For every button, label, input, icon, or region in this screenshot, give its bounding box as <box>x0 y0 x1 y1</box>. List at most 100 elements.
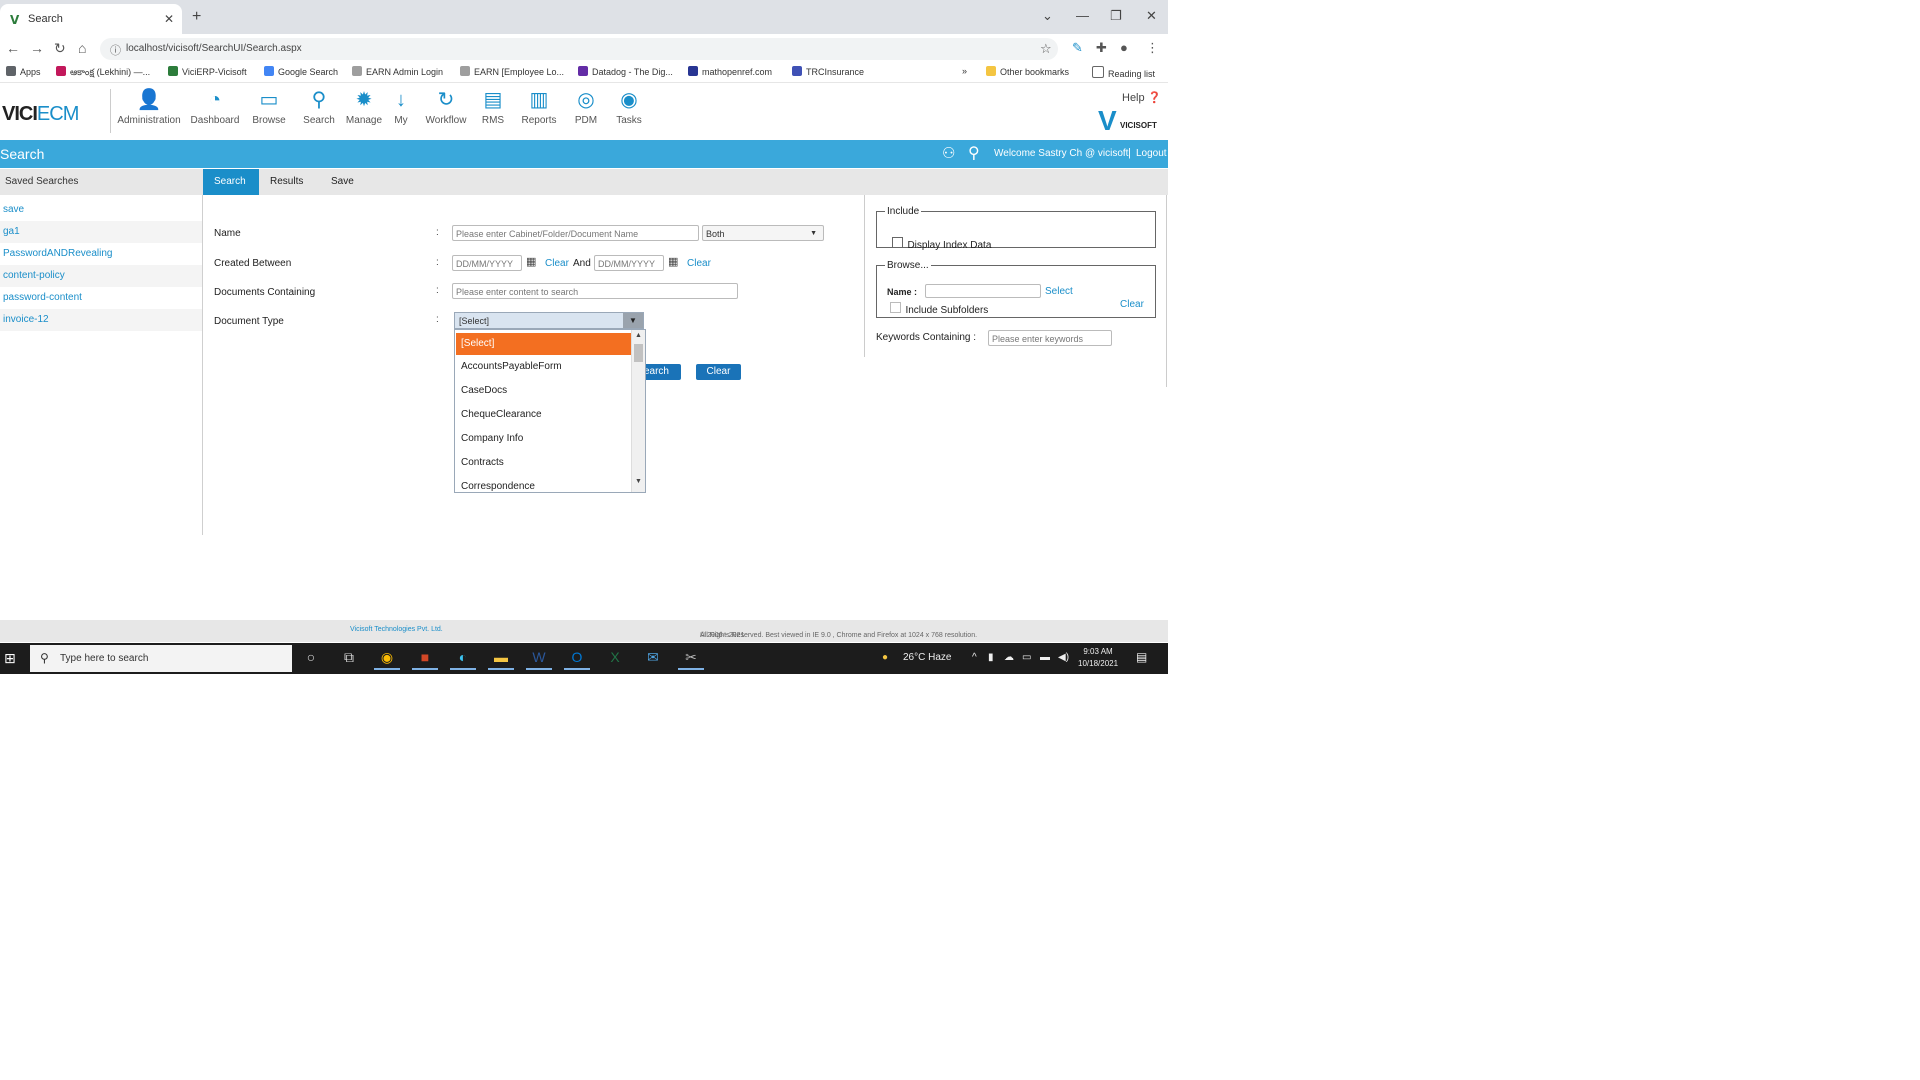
display-index-data-option[interactable]: Display Index Data <box>892 235 991 253</box>
bookmark-earn-admin[interactable]: EARN Admin Login <box>352 66 443 77</box>
bookmark-google[interactable]: Google Search <box>264 66 338 77</box>
scroll-down-icon[interactable]: ▼ <box>635 478 642 485</box>
excel-icon[interactable]: X <box>602 649 628 665</box>
help-link[interactable]: Help ❓ <box>1122 91 1161 104</box>
bookmark-datadog[interactable]: Datadog - The Dig... <box>578 66 673 77</box>
home-icon[interactable]: ⌂ <box>78 40 86 56</box>
saved-search-item[interactable]: PasswordANDRevealing <box>0 243 202 265</box>
saved-search-item[interactable]: password-content <box>0 287 202 309</box>
forward-icon[interactable]: → <box>30 40 44 56</box>
org-structure-icon[interactable]: ⚇ <box>942 144 955 162</box>
include-subfolders-option[interactable]: Include Subfolders <box>890 300 988 318</box>
notifications-icon[interactable]: ▤ <box>1136 650 1147 664</box>
logout-link[interactable]: Logout <box>1136 148 1167 159</box>
created-to-date-input[interactable]: DD/MM/YYYY <box>594 255 664 271</box>
chrome-icon[interactable]: ◉ <box>374 646 400 670</box>
saved-search-item[interactable]: content-policy <box>0 265 202 287</box>
dropdown-option[interactable]: ChequeClearance <box>456 404 632 426</box>
usb-icon[interactable]: ▮ <box>988 652 994 663</box>
display-index-data-checkbox[interactable] <box>892 237 903 248</box>
scroll-up-icon[interactable]: ▲ <box>635 332 642 339</box>
windows-start-icon[interactable]: ⊞ <box>4 650 16 667</box>
powerpoint-icon[interactable]: ■ <box>412 646 438 670</box>
bookmark-mathopenref[interactable]: mathopenref.com <box>688 66 772 77</box>
bookmark-apps[interactable]: Apps <box>6 66 41 77</box>
tab-save[interactable]: Save <box>313 169 363 195</box>
browse-clear-link[interactable]: Clear <box>1120 299 1144 310</box>
saved-search-item[interactable]: ga1 <box>0 221 202 243</box>
address-bar[interactable]: ⓘ localhost/vicisoft/SearchUI/Search.asp… <box>100 38 1058 60</box>
bookmark-vicierp[interactable]: ViciERP-Vicisoft <box>168 66 247 77</box>
dropdown-option[interactable]: Contracts <box>456 452 632 474</box>
mail-icon[interactable]: ✉ <box>640 649 666 666</box>
browse-select-link[interactable]: Select <box>1045 286 1073 297</box>
tab-results[interactable]: Results <box>259 169 313 195</box>
back-icon[interactable]: ← <box>6 40 20 56</box>
created-from-date-input[interactable]: DD/MM/YYYY <box>452 255 522 271</box>
calendar-icon[interactable]: ▦ <box>668 255 678 268</box>
company-link[interactable]: Vicisoft Technologies Pvt. Ltd. <box>350 626 443 633</box>
new-tab-icon[interactable]: + <box>192 8 201 26</box>
file-explorer-icon[interactable]: ▬ <box>488 646 514 670</box>
task-view-icon[interactable]: ⧉ <box>336 649 362 666</box>
tab-search-icon[interactable]: ⌄ <box>1042 8 1053 24</box>
tab-search[interactable]: Search <box>203 169 259 195</box>
extensions-puzzle-icon[interactable]: ✚ <box>1096 40 1107 56</box>
browse-name-input[interactable] <box>925 284 1041 298</box>
clock-date: 10/18/2021 <box>1078 659 1119 668</box>
dropdown-option[interactable]: CaseDocs <box>456 380 632 402</box>
global-search-icon[interactable]: ⚲ <box>968 143 980 163</box>
bookmarks-overflow-icon[interactable]: » <box>962 66 967 76</box>
calendar-icon[interactable]: ▦ <box>526 255 536 268</box>
outlook-icon[interactable]: O <box>564 646 590 670</box>
bookmark-trc[interactable]: TRCInsurance <box>792 66 864 77</box>
clear-to-date-link[interactable]: Clear <box>687 258 711 269</box>
minimize-icon[interactable]: — <box>1076 8 1089 23</box>
colon: : <box>436 257 439 268</box>
power-icon[interactable]: ▬ <box>1040 652 1050 663</box>
bookmark-other[interactable]: Other bookmarks <box>986 66 1069 77</box>
clear-button[interactable]: Clear <box>696 364 741 380</box>
dropdown-option[interactable]: AccountsPayableForm <box>456 356 632 378</box>
dropdown-option[interactable]: Company Info <box>456 428 632 450</box>
keywords-input[interactable]: Please enter keywords <box>988 330 1112 346</box>
show-hidden-icons[interactable]: ^ <box>972 652 977 663</box>
close-tab-icon[interactable]: ✕ <box>164 12 174 26</box>
restore-icon[interactable]: ❐ <box>1110 8 1122 24</box>
profile-avatar-icon[interactable]: ● <box>1120 40 1128 55</box>
close-window-icon[interactable]: ✕ <box>1146 8 1157 24</box>
reading-list[interactable]: Reading list <box>1092 66 1155 79</box>
network-icon[interactable]: ▭ <box>1022 652 1031 663</box>
cortana-icon[interactable]: ○ <box>298 649 324 665</box>
documents-containing-input[interactable]: Please enter content to search <box>452 283 738 299</box>
snipping-tool-icon[interactable]: ✂ <box>678 646 704 670</box>
dropdown-option[interactable]: Correspondence <box>456 476 632 492</box>
weather-text[interactable]: 26°C Haze <box>903 652 951 663</box>
word-icon[interactable]: W <box>526 646 552 670</box>
document-type-select[interactable]: [Select] ▼ <box>454 312 644 329</box>
name-scope-select[interactable]: Both ▼ <box>702 225 824 241</box>
edge-icon[interactable]: ◐ <box>450 646 476 670</box>
name-input[interactable]: Please enter Cabinet/Folder/Document Nam… <box>452 225 699 241</box>
taskbar-search-box[interactable]: ⚲ Type here to search <box>30 645 292 672</box>
saved-search-item[interactable]: invoice-12 <box>0 309 202 331</box>
volume-icon[interactable]: ◀) <box>1058 652 1069 663</box>
clear-from-date-link[interactable]: Clear <box>545 258 569 269</box>
onedrive-icon[interactable]: ☁ <box>1004 652 1014 663</box>
bookmark-earn-employee[interactable]: EARN [Employee Lo... <box>460 66 564 77</box>
reload-icon[interactable]: ↻ <box>54 40 66 57</box>
browser-menu-icon[interactable]: ⋮ <box>1146 40 1159 56</box>
extension-icon[interactable]: ✎ <box>1072 40 1083 56</box>
bookmark-star-icon[interactable]: ☆ <box>1040 41 1052 57</box>
dropdown-scrollbar[interactable]: ▲ ▼ <box>631 330 645 492</box>
saved-search-item[interactable]: save <box>0 199 202 221</box>
browser-tab[interactable]: ᐯ Search ✕ <box>0 4 182 34</box>
bookmark-lekhini[interactable]: ఆకాంక్ష (Lekhini) —... <box>56 66 150 80</box>
nav-tasks[interactable]: ◉ Tasks <box>596 87 662 126</box>
scroll-thumb[interactable] <box>634 344 643 362</box>
nav-administration[interactable]: 👤 Administration <box>116 87 182 126</box>
site-info-icon[interactable]: ⓘ <box>110 42 121 58</box>
taskbar-clock[interactable]: 9:03 AM 10/18/2021 <box>1078 646 1118 670</box>
include-subfolders-checkbox[interactable] <box>890 302 901 313</box>
dropdown-option[interactable]: [Select] <box>456 333 632 355</box>
